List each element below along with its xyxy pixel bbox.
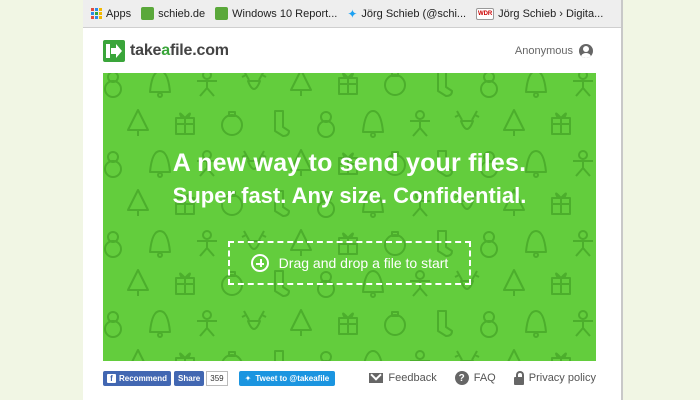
bookmark-label: Apps — [106, 7, 132, 20]
bookmarks-bar: Apps schieb.de Windows 10 Report... ✦ Jö… — [83, 0, 621, 28]
logo-text: takeafile.com — [130, 42, 229, 59]
bookmark-label: Jörg Schieb › Digita... — [498, 7, 604, 20]
holiday-pattern — [104, 73, 593, 361]
logo[interactable]: takeafile.com — [103, 40, 229, 62]
site-favicon-icon — [141, 7, 155, 20]
bookmark-apps[interactable]: Apps — [91, 8, 131, 20]
feedback-link[interactable]: Feedback — [369, 371, 437, 385]
facebook-share-button[interactable]: Share — [174, 370, 205, 386]
fb-recommend-label: Recommend — [119, 373, 168, 383]
share-count: 359 — [206, 370, 228, 386]
tweet-button[interactable]: ✦ Tweet to @takeafile — [238, 370, 336, 386]
tweet-label: Tweet to @takeafile — [255, 373, 330, 383]
subline: Super fast. Any size. Confidential. — [172, 183, 527, 208]
bookmark-label: Jörg Schieb (@schi... — [361, 7, 467, 20]
faq-link[interactable]: ? FAQ — [454, 371, 496, 385]
fb-share-label: Share — [178, 373, 201, 383]
headline: A new way to send your files. — [172, 149, 527, 177]
user-avatar-icon — [579, 44, 593, 58]
footer: f Recommend Share 359 ✦ Tweet to @takeaf… — [103, 367, 596, 389]
footer-links: Feedback ? FAQ Privacy policy — [369, 370, 596, 385]
twitter-bird-icon: ✦ — [244, 373, 252, 383]
site-favicon-icon — [215, 7, 229, 20]
page: takeafile.com Anonymous A new way to sen… — [83, 28, 621, 400]
facebook-icon: f — [107, 373, 116, 383]
user-label: Anonymous — [514, 45, 573, 57]
facebook-recommend-button[interactable]: f Recommend — [103, 370, 172, 386]
feedback-label: Feedback — [388, 372, 437, 384]
upload-hero: A new way to send your files. Super fast… — [103, 73, 596, 361]
user-menu[interactable]: Anonymous — [515, 44, 593, 58]
bookmark-wdr[interactable]: WDR Jörg Schieb › Digita... — [476, 7, 604, 20]
bookmark-schieb[interactable]: schieb.de — [141, 7, 205, 20]
plus-circle-icon — [250, 254, 269, 272]
envelope-icon — [369, 373, 384, 383]
twitter-bird-icon: ✦ — [347, 7, 358, 21]
privacy-label: Privacy policy — [528, 372, 596, 384]
bookmark-label: Windows 10 Report... — [232, 7, 338, 20]
dropzone-label: Drag and drop a file to start — [278, 255, 449, 271]
faq-label: FAQ — [473, 372, 496, 384]
privacy-link[interactable]: Privacy policy — [513, 370, 596, 385]
arrow-right-icon — [103, 40, 125, 62]
window-edge — [621, 0, 623, 400]
lock-icon — [513, 370, 524, 385]
dropzone[interactable]: Drag and drop a file to start — [228, 241, 471, 285]
question-icon: ? — [454, 371, 469, 385]
bookmark-windows-report[interactable]: Windows 10 Report... — [215, 7, 337, 20]
apps-grid-icon — [91, 8, 102, 19]
wdr-logo-icon: WDR — [476, 7, 495, 20]
bookmark-label: schieb.de — [158, 7, 206, 20]
bookmark-twitter[interactable]: ✦ Jörg Schieb (@schi... — [347, 7, 467, 21]
